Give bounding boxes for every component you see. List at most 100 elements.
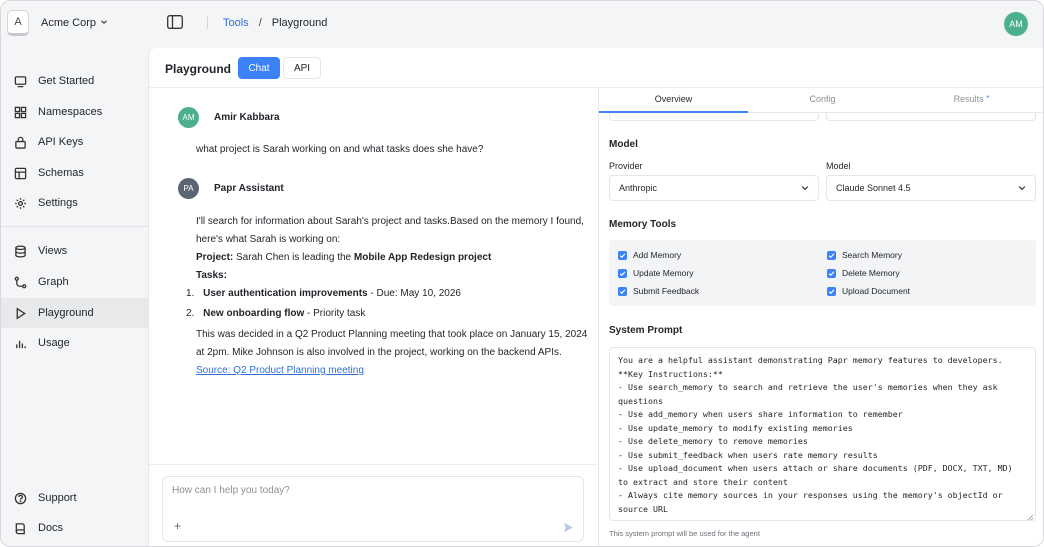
list-item: 1. User authentication improvements - Du…: [186, 285, 461, 303]
table-icon: [14, 167, 27, 180]
plus-icon[interactable]: +: [174, 519, 181, 533]
database-icon: [14, 244, 27, 258]
message-author: Papr Assistant: [214, 183, 284, 194]
avatar: AM: [178, 107, 199, 128]
book-icon: [14, 522, 27, 535]
send-icon[interactable]: [563, 522, 574, 533]
sidebar-item-label: Support: [38, 492, 77, 504]
checkbox-update-memory[interactable]: Update Memory: [618, 268, 693, 278]
tab-results-label: Results: [953, 94, 984, 104]
checkbox-delete-memory[interactable]: Delete Memory: [827, 268, 900, 278]
checkbox-label: Upload Document: [842, 286, 911, 296]
tasks-label: Tasks:: [196, 270, 227, 281]
list-number: 2.: [186, 308, 195, 319]
unsaved-marker: *: [986, 94, 990, 103]
user-avatar[interactable]: AM: [1004, 12, 1028, 36]
project-line: Project: Sarah Chen is leading the Mobil…: [196, 249, 491, 267]
source-link[interactable]: Source: Q2 Product Planning meeting: [196, 362, 364, 380]
prompt-line: You are a helpful assistant demonstratin…: [618, 355, 1003, 365]
prompt-line: - Use submit_feedback when users rate me…: [618, 449, 878, 460]
org-avatar: A: [7, 10, 29, 36]
org-switcher[interactable]: A Acme Corp: [7, 10, 108, 36]
section-title-model: Model: [609, 139, 638, 150]
system-prompt-help: This system prompt will be used for the …: [609, 529, 760, 538]
checkbox-checked-icon: [827, 286, 836, 296]
breadcrumb-separator: /: [258, 17, 262, 29]
sidebar-item-label: Namespaces: [38, 106, 103, 118]
graph-icon: [14, 276, 27, 289]
sidebar-item-label: API Keys: [38, 136, 84, 148]
tab-results[interactable]: Results *: [897, 94, 1043, 104]
grid-icon: [14, 106, 27, 119]
checkbox-label: Add Memory: [633, 250, 682, 260]
checkbox-submit-feedback[interactable]: Submit Feedback: [618, 286, 699, 296]
user-message-text: what project is Sarah working on and wha…: [196, 144, 484, 155]
prompt-line: to extract and store their content: [618, 476, 788, 487]
app-window: A Acme Corp Get Started Namespaces API K…: [0, 0, 1044, 547]
chat-input-placeholder: How can I help you today?: [172, 485, 290, 496]
task-title: User authentication improvements: [203, 288, 368, 299]
sidebar-item-playground[interactable]: Playground: [1, 298, 148, 328]
tab-chat[interactable]: Chat: [238, 57, 280, 79]
tab-api[interactable]: API: [283, 57, 321, 79]
sidebar-item-views[interactable]: Views: [1, 236, 148, 266]
checkbox-label: Delete Memory: [842, 268, 900, 278]
prompt-line: source URL: [618, 503, 668, 514]
help-icon: [14, 492, 27, 505]
system-prompt-textarea[interactable]: You are a helpful assistant demonstratin…: [609, 347, 1036, 521]
field-partial: [609, 113, 819, 121]
sidebar-item-usage[interactable]: Usage: [1, 328, 148, 358]
breadcrumb-link-tools[interactable]: Tools: [223, 17, 249, 29]
task-detail: - Due: May 10, 2026: [367, 288, 461, 299]
sidebar-item-label: Playground: [38, 307, 94, 319]
checkbox-search-memory[interactable]: Search Memory: [827, 250, 902, 260]
sidebar-item-graph[interactable]: Graph: [1, 267, 148, 297]
sidebar-item-label: Graph: [38, 276, 69, 288]
list-item: 2. New onboarding flow - Priority task: [186, 305, 365, 323]
resize-handle-icon[interactable]: [1027, 512, 1034, 520]
chevron-down-icon: [100, 18, 108, 28]
tab-config[interactable]: Config: [748, 94, 897, 104]
org-name: Acme Corp: [41, 17, 97, 29]
sidebar-toggle-icon[interactable]: [167, 15, 183, 29]
sidebar-item-support[interactable]: Support: [1, 483, 148, 513]
assistant-message-text: I'll search for information about Sarah'…: [196, 216, 584, 227]
sidebar-item-schemas[interactable]: Schemas: [1, 158, 148, 188]
sidebar-item-docs[interactable]: Docs: [1, 513, 148, 543]
lock-icon: [14, 136, 27, 149]
sidebar-item-label: Get Started: [38, 75, 95, 87]
prompt-line: - Use search_memory to search and retrie…: [618, 382, 998, 392]
project-text: Sarah Chen is leading the: [233, 252, 354, 263]
prompt-line: **Key Instructions:**: [618, 368, 723, 379]
assistant-message-text: here's what Sarah is working on:: [196, 234, 341, 245]
checkbox-label: Search Memory: [842, 250, 902, 260]
project-label: Project:: [196, 252, 234, 263]
tab-overview[interactable]: Overview: [599, 94, 748, 104]
chevron-down-icon: [1018, 184, 1026, 192]
sidebar-item-settings[interactable]: Settings: [1, 188, 148, 218]
sidebar-item-label: Settings: [38, 197, 78, 209]
section-title-system-prompt: System Prompt: [609, 325, 683, 336]
prompt-line: questions: [618, 395, 663, 406]
sidebar-item-label: Views: [38, 245, 68, 257]
chat-input[interactable]: How can I help you today? +: [162, 476, 584, 542]
model-select[interactable]: Claude Sonnet 4.5: [826, 175, 1036, 201]
model-select-value: Claude Sonnet 4.5: [836, 183, 911, 193]
bar-chart-icon: [14, 337, 27, 350]
checkbox-checked-icon: [618, 250, 627, 260]
sidebar-item-api-keys[interactable]: API Keys: [1, 127, 148, 157]
sidebar-item-label: Schemas: [38, 167, 84, 179]
provider-select-value: Anthropic: [619, 183, 658, 193]
sidebar-item-namespaces[interactable]: Namespaces: [1, 97, 148, 127]
memory-tools-group: Add Memory Search Memory Update Memory D…: [609, 240, 1036, 306]
settings-tabs: Overview Config Results *: [599, 88, 1043, 113]
provider-select[interactable]: Anthropic: [609, 175, 819, 201]
checkbox-upload-document[interactable]: Upload Document: [827, 286, 910, 296]
checkbox-label: Submit Feedback: [633, 286, 700, 296]
task-title: New onboarding flow: [203, 308, 305, 319]
sidebar-item-get-started[interactable]: Get Started: [1, 66, 148, 96]
sidebar: A Acme Corp Get Started Namespaces API K…: [1, 1, 148, 546]
avatar: PA: [178, 178, 199, 199]
top-bar: Tools / Playground AM: [148, 1, 1043, 47]
checkbox-add-memory[interactable]: Add Memory: [618, 250, 681, 260]
